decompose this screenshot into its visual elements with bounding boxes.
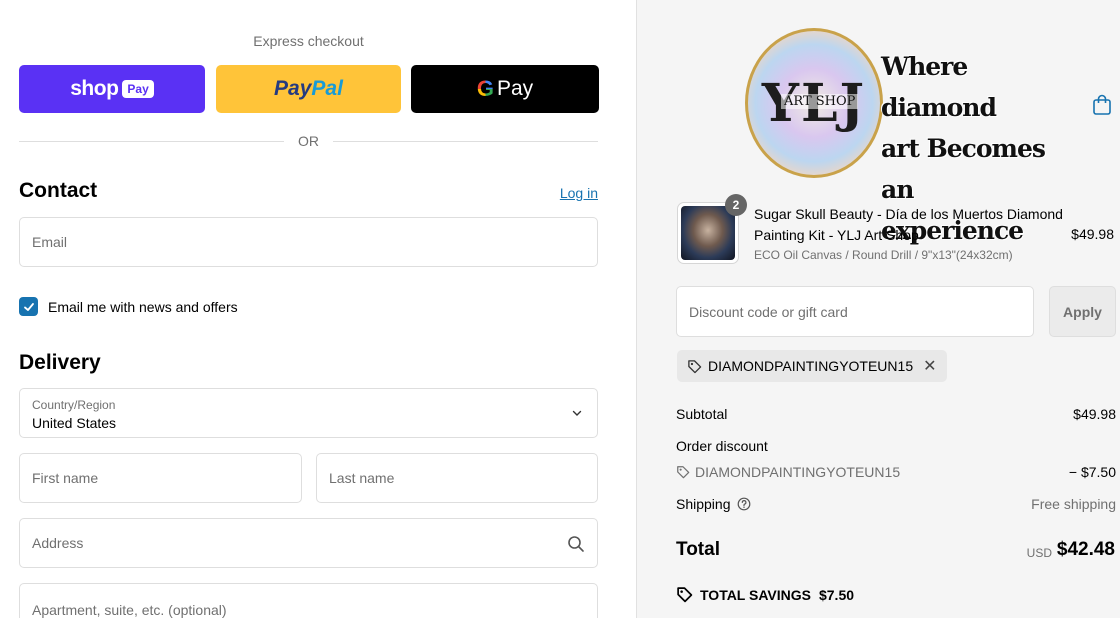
subtotal-row: Subtotal $49.98 bbox=[676, 406, 1116, 422]
paypal-wordmark-part1: Pay bbox=[274, 77, 312, 100]
country-label: Country/Region bbox=[32, 398, 116, 412]
discount-code-input[interactable]: Discount code or gift card bbox=[676, 286, 1034, 337]
tagline-line-1: Where diamond bbox=[881, 52, 997, 122]
tag-icon bbox=[677, 466, 690, 479]
order-summary-panel: YLJ ART SHOP Where diamond art Becomes a… bbox=[636, 0, 1120, 618]
or-label: OR bbox=[298, 133, 319, 149]
last-name-field[interactable]: Last name bbox=[316, 453, 598, 503]
address-field[interactable]: Address bbox=[19, 518, 598, 568]
savings-tag-icon bbox=[677, 587, 693, 603]
savings-label: TOTAL SAVINGS bbox=[700, 586, 811, 603]
google-pay-label: Pay bbox=[496, 77, 534, 100]
apartment-field[interactable]: Apartment, suite, etc. (optional) bbox=[19, 583, 598, 618]
checkmark-icon bbox=[23, 302, 34, 311]
or-divider: OR bbox=[19, 133, 598, 149]
newsletter-label: Email me with news and offers bbox=[48, 299, 238, 315]
contact-heading: Contact bbox=[19, 179, 98, 202]
order-discount-label: Order discount bbox=[676, 438, 768, 454]
shipping-line: Shipping bbox=[676, 496, 751, 512]
delivery-heading: Delivery bbox=[19, 351, 101, 374]
country-value: United States bbox=[32, 415, 117, 431]
product-price: $49.98 bbox=[1071, 226, 1114, 242]
shop-pay-badge: Pay bbox=[122, 80, 154, 98]
shop-pay-wordmark: shop bbox=[70, 77, 119, 100]
product-image bbox=[681, 206, 735, 260]
email-field[interactable]: Email bbox=[19, 217, 598, 267]
shopping-bag-icon[interactable] bbox=[1092, 94, 1112, 116]
quantity-badge: 2 bbox=[725, 194, 747, 216]
subtotal-value: $49.98 bbox=[1073, 406, 1116, 422]
product-variant: ECO Oil Canvas / Round Drill / 9"x13"(24… bbox=[754, 248, 1013, 262]
login-link[interactable]: Log in bbox=[560, 185, 598, 201]
divider-line bbox=[19, 140, 284, 142]
discount-code-row: DIAMONDPAINTINGYOTEUN15 − $7.50 bbox=[676, 464, 1116, 482]
country-select[interactable]: Country/Region United States bbox=[19, 388, 598, 438]
chevron-down-icon bbox=[572, 410, 582, 416]
newsletter-checkbox[interactable] bbox=[19, 297, 38, 316]
total-currency: USD bbox=[1026, 546, 1052, 560]
help-icon[interactable] bbox=[737, 497, 751, 511]
search-icon[interactable] bbox=[567, 535, 585, 553]
subtotal-label: Subtotal bbox=[676, 406, 728, 422]
order-discount-row: Order discount bbox=[676, 438, 1116, 454]
last-name-placeholder: Last name bbox=[329, 470, 395, 486]
discount-code-text: DIAMONDPAINTINGYOTEUN15 bbox=[695, 464, 901, 480]
remove-discount-icon[interactable]: ✕ bbox=[923, 356, 936, 376]
discount-value: − $7.50 bbox=[1068, 464, 1116, 480]
divider-line bbox=[333, 140, 598, 142]
first-name-field[interactable]: First name bbox=[19, 453, 302, 503]
discount-code-line: DIAMONDPAINTINGYOTEUN15 bbox=[676, 464, 900, 480]
apply-discount-button[interactable]: Apply bbox=[1049, 286, 1116, 337]
shop-pay-button[interactable]: shop Pay bbox=[19, 65, 205, 113]
shipping-value: Free shipping bbox=[1031, 496, 1116, 512]
paypal-button[interactable]: Pay Pal bbox=[216, 65, 401, 113]
google-g-icon: G bbox=[476, 76, 494, 101]
logo-subtitle: ART SHOP bbox=[781, 94, 859, 109]
store-logo[interactable]: YLJ ART SHOP Where diamond art Becomes a… bbox=[745, 28, 1046, 245]
total-label: Total bbox=[676, 539, 720, 560]
total-value: $42.48 bbox=[1056, 539, 1115, 560]
address-placeholder: Address bbox=[32, 535, 84, 551]
first-name-placeholder: First name bbox=[32, 470, 99, 486]
checkout-form-panel: Express checkout shop Pay Pay Pal G Pay O… bbox=[0, 0, 636, 618]
product-name: Sugar Skull Beauty - Día de los Muertos … bbox=[754, 206, 1063, 243]
shipping-label: Shipping bbox=[676, 496, 731, 512]
express-checkout-title: Express checkout bbox=[253, 33, 364, 49]
tagline-line-2: art Becomes bbox=[881, 134, 1046, 163]
shipping-row: Shipping Free shipping bbox=[676, 496, 1116, 512]
tag-icon bbox=[688, 359, 702, 373]
savings-value: $7.50 bbox=[818, 586, 855, 603]
apartment-placeholder: Apartment, suite, etc. (optional) bbox=[32, 602, 227, 618]
email-placeholder: Email bbox=[32, 234, 68, 250]
applied-discount-chip: DIAMONDPAINTINGYOTEUN15 ✕ bbox=[677, 350, 947, 382]
discount-placeholder: Discount code or gift card bbox=[689, 303, 848, 320]
google-pay-button[interactable]: G Pay bbox=[411, 65, 599, 113]
paypal-wordmark-part2: Pal bbox=[311, 77, 343, 100]
total-savings: TOTAL SAVINGS $7.50 bbox=[676, 586, 854, 603]
applied-discount-code: DIAMONDPAINTINGYOTEUN15 bbox=[708, 358, 914, 374]
